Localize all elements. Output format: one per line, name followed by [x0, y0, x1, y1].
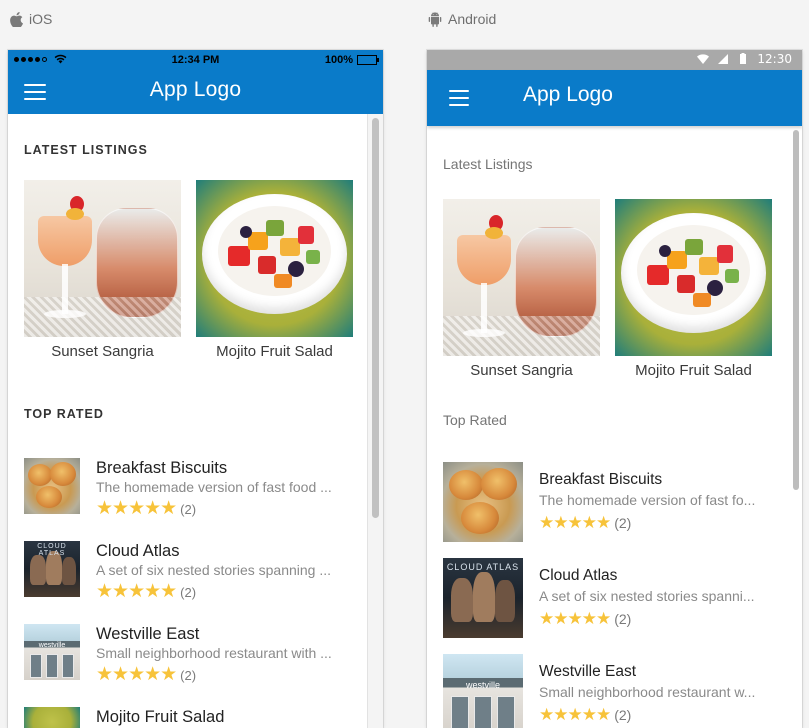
- rating: ★★★★★ (2): [539, 704, 757, 726]
- rating-count: (2): [614, 611, 632, 627]
- listing-card-mojito-fruit-salad[interactable]: Mojito Fruit Salad: [196, 180, 353, 360]
- android-label-text: Android: [448, 11, 497, 27]
- westville-east-thumbnail: westville: [443, 654, 523, 728]
- android-icon: [428, 11, 442, 27]
- cloud-atlas-thumbnail: CLOUD ATLAS: [443, 558, 523, 638]
- list-item-description: The homemade version of fast food ...: [96, 479, 332, 495]
- ios-platform-label: iOS: [10, 10, 52, 28]
- star-icon: ★★★★★: [539, 513, 611, 532]
- list-item-title: Cloud Atlas: [96, 542, 180, 560]
- ios-scrollbar[interactable]: [367, 114, 383, 728]
- app-logo[interactable]: App Logo: [8, 78, 383, 102]
- cloud-atlas-thumbnail: CLOUD ATLAS: [24, 541, 80, 597]
- list-item-westville-east[interactable]: westville Westville East Small neighborh…: [24, 624, 341, 686]
- battery-icon: [357, 55, 379, 65]
- latest-listings-heading: Latest Listings: [443, 156, 533, 172]
- rating: ★★★★★ (2): [539, 608, 757, 630]
- ios-battery-percent: 100%: [324, 54, 353, 66]
- scroll-thumb[interactable]: [372, 118, 379, 518]
- list-item-breakfast-biscuits[interactable]: Breakfast Biscuits The homemade version …: [24, 458, 341, 520]
- app-logo[interactable]: App Logo: [523, 83, 613, 107]
- top-rated-heading: TOP RATED: [24, 407, 104, 421]
- star-icon: ★★★★★: [96, 664, 177, 685]
- listing-card-sunset-sangria[interactable]: Sunset Sangria: [443, 199, 600, 379]
- ios-content: LATEST LISTINGS Sunset Sangria Mojito Fr…: [8, 114, 383, 728]
- rating-count: (2): [180, 667, 197, 683]
- list-item-breakfast-biscuits[interactable]: Breakfast Biscuits The homemade version …: [443, 462, 757, 542]
- list-item-mojito-fruit-salad[interactable]: Mojito Fruit Salad: [24, 707, 341, 728]
- list-item-title: Mojito Fruit Salad: [96, 708, 225, 726]
- battery-icon: [740, 53, 747, 64]
- cell-signal-icon: [718, 54, 729, 64]
- breakfast-biscuits-thumbnail: [443, 462, 523, 542]
- ios-status-bar: 12:34 PM 100%: [8, 50, 383, 70]
- wifi-icon: [697, 54, 710, 64]
- rating-count: (2): [180, 584, 197, 600]
- rating-count: (2): [180, 501, 197, 517]
- rating: ★★★★★ (2): [96, 498, 341, 520]
- latest-listings-heading: LATEST LISTINGS: [24, 143, 148, 157]
- listing-caption: Mojito Fruit Salad: [635, 362, 752, 379]
- list-item-description: Small neighborhood restaurant with ...: [96, 645, 332, 661]
- list-item-westville-east[interactable]: westville Westville East Small neighborh…: [443, 654, 757, 728]
- rating: ★★★★★ (2): [96, 664, 341, 686]
- sunset-sangria-image: [24, 180, 181, 337]
- android-content: Latest Listings Sunset Sangria Mojito Fr…: [427, 126, 802, 728]
- android-status-time: 12:30: [757, 52, 792, 66]
- rating-count: (2): [614, 707, 632, 723]
- list-item-title: Westville East: [96, 625, 200, 643]
- top-rated-heading: Top Rated: [443, 412, 507, 428]
- android-scrollbar[interactable]: [793, 130, 799, 490]
- westville-east-thumbnail: westville: [24, 624, 80, 680]
- rating: ★★★★★ (2): [96, 581, 341, 603]
- ios-battery: 100%: [324, 54, 379, 66]
- star-icon: ★★★★★: [96, 581, 177, 602]
- listing-caption: Sunset Sangria: [51, 343, 154, 360]
- star-icon: ★★★★★: [539, 609, 611, 628]
- ios-label-text: iOS: [29, 11, 53, 27]
- list-item-title: Breakfast Biscuits: [96, 459, 228, 477]
- listing-card-sunset-sangria[interactable]: Sunset Sangria: [24, 180, 181, 360]
- mojito-fruit-salad-image: [615, 199, 772, 356]
- android-platform-label: Android: [428, 10, 496, 28]
- list-item-title: Cloud Atlas: [539, 567, 618, 584]
- list-item-cloud-atlas[interactable]: CLOUD ATLAS Cloud Atlas A set of six nes…: [443, 558, 757, 638]
- list-item-description: The homemade version of fast fo...: [539, 492, 756, 508]
- star-icon: ★★★★★: [96, 498, 177, 519]
- mojito-fruit-salad-thumbnail: [24, 707, 80, 728]
- star-icon: ★★★★★: [539, 705, 611, 724]
- list-item-description: A set of six nested stories spanning ...: [96, 562, 332, 578]
- listing-caption: Mojito Fruit Salad: [216, 343, 333, 360]
- rating-count: (2): [614, 515, 632, 531]
- list-item-title: Westville East: [539, 663, 637, 680]
- rating: ★★★★★ (2): [539, 512, 757, 534]
- breakfast-biscuits-thumbnail: [24, 458, 80, 514]
- android-status-bar: 12:30: [427, 50, 802, 70]
- android-toolbar: App Logo: [427, 70, 802, 126]
- listing-card-mojito-fruit-salad[interactable]: Mojito Fruit Salad: [615, 199, 772, 379]
- listing-caption: Sunset Sangria: [470, 362, 573, 379]
- ios-header-bar: App Logo: [8, 70, 383, 114]
- android-phone-frame: 12:30 App Logo Latest Listings Sunset Sa…: [427, 50, 802, 728]
- hamburger-menu-icon[interactable]: [449, 90, 469, 106]
- list-item-cloud-atlas[interactable]: CLOUD ATLAS Cloud Atlas A set of six nes…: [24, 541, 341, 603]
- list-item-title: Breakfast Biscuits: [539, 471, 663, 488]
- list-item-description: Small neighborhood restaurant w...: [539, 684, 756, 700]
- ios-phone-frame: 12:34 PM 100% App Logo LATEST LISTINGS S…: [8, 50, 383, 728]
- mojito-fruit-salad-image: [196, 180, 353, 337]
- apple-icon: [10, 11, 23, 27]
- list-item-description: A set of six nested stories spanni...: [539, 588, 755, 604]
- sunset-sangria-image: [443, 199, 600, 356]
